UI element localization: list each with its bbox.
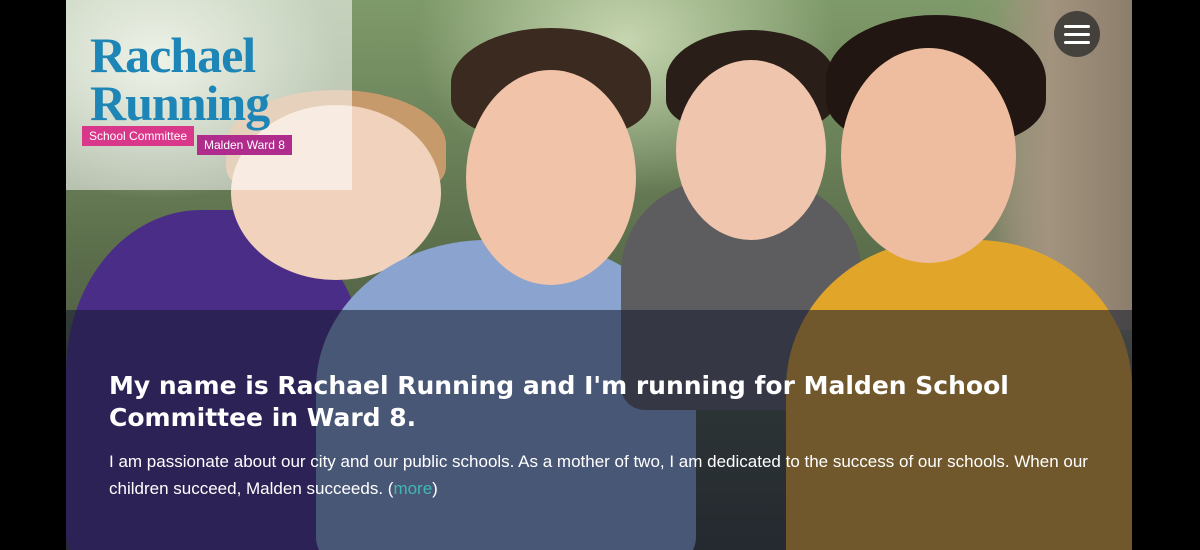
logo-first-name: Rachael	[90, 27, 256, 83]
menu-bar	[1064, 40, 1090, 44]
logo-tag-school-committee: School Committee	[82, 126, 195, 146]
hamburger-menu-icon[interactable]	[1054, 11, 1100, 57]
parent-right-face	[841, 48, 1016, 263]
menu-bar	[1064, 24, 1090, 28]
hero-body: I am passionate about our city and our p…	[109, 448, 1109, 502]
hero-frame: Rachael Running School Committee Malden …	[66, 0, 1132, 550]
hero-text-overlay: My name is Rachael Running and I'm runni…	[66, 310, 1132, 550]
parent-left-face	[466, 70, 636, 285]
logo-last-name: Running	[90, 75, 270, 131]
hero-headline: My name is Rachael Running and I'm runni…	[109, 371, 1009, 432]
hero-body-text: I am passionate about our city and our p…	[109, 452, 1088, 498]
more-link[interactable]: more	[393, 479, 432, 498]
logo-tag-ward: Malden Ward 8	[197, 135, 292, 155]
child-right-face	[676, 60, 826, 240]
site-logo[interactable]: Rachael Running School Committee Malden …	[66, 0, 352, 190]
menu-bar	[1064, 32, 1090, 36]
hero-body-close: )	[432, 479, 438, 498]
